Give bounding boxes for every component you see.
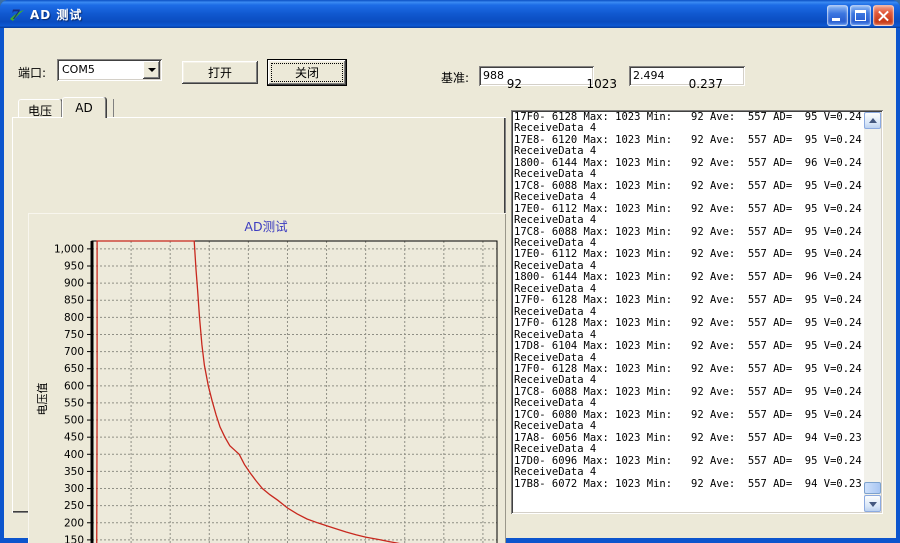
receive-log-lines: 17F0- 6128 Max: 1023 Min: 92 Ave: 557 AD… bbox=[514, 112, 862, 510]
scroll-down-icon bbox=[869, 502, 877, 507]
minimize-button[interactable] bbox=[827, 5, 848, 26]
svg-text:150: 150 bbox=[64, 534, 84, 543]
port-value: COM5 bbox=[62, 63, 95, 76]
chevron-down-icon bbox=[148, 68, 156, 72]
svg-text:250: 250 bbox=[64, 500, 84, 512]
stat-min-value: 92 bbox=[462, 77, 522, 91]
log-scrollbar[interactable] bbox=[864, 112, 881, 512]
combobox-dropdown-button[interactable] bbox=[143, 61, 160, 79]
svg-text:400: 400 bbox=[64, 449, 84, 461]
svg-text:500: 500 bbox=[64, 415, 84, 427]
svg-text:600: 600 bbox=[64, 380, 84, 392]
title-bar[interactable]: 7 AD 测试 bbox=[0, 0, 900, 28]
window-title: AD 测试 bbox=[30, 6, 82, 23]
svg-text:650: 650 bbox=[64, 363, 84, 375]
minimize-icon bbox=[832, 18, 840, 21]
open-button[interactable]: 打开 bbox=[182, 61, 258, 84]
tab-ad[interactable]: AD bbox=[62, 97, 106, 118]
svg-text:350: 350 bbox=[64, 466, 84, 478]
tab-voltage[interactable]: 电压 bbox=[18, 99, 62, 117]
svg-text:1,000: 1,000 bbox=[54, 243, 84, 255]
scroll-up-icon bbox=[869, 118, 877, 123]
svg-text:700: 700 bbox=[64, 346, 84, 358]
receive-log-listbox[interactable]: 17F0- 6128 Max: 1023 Min: 92 Ave: 557 AD… bbox=[511, 110, 883, 514]
stat-voltage-value: 0.237 bbox=[657, 77, 723, 91]
svg-text:7: 7 bbox=[11, 8, 20, 23]
port-label: 端口: bbox=[18, 64, 46, 81]
svg-text:850: 850 bbox=[64, 295, 84, 307]
svg-text:AD测试: AD测试 bbox=[244, 219, 288, 234]
svg-text:800: 800 bbox=[64, 312, 84, 324]
svg-text:300: 300 bbox=[64, 483, 84, 495]
maximize-button[interactable] bbox=[850, 5, 871, 26]
svg-text:750: 750 bbox=[64, 329, 84, 341]
tab-strip-edge bbox=[113, 99, 114, 117]
svg-text:电压值: 电压值 bbox=[36, 383, 49, 416]
chart-panel: 1001502002503003504004505005506006507007… bbox=[28, 213, 506, 543]
svg-text:450: 450 bbox=[64, 432, 84, 444]
svg-text:200: 200 bbox=[64, 517, 84, 529]
app-icon: 7 bbox=[8, 6, 25, 23]
maximize-icon bbox=[855, 10, 866, 21]
tab-page-ad: 1001502002503003504004505005506006507007… bbox=[12, 117, 506, 513]
client-area: 端口: COM5 打开 关闭 基准: 988 2.494 92 1023 0.2… bbox=[4, 28, 896, 538]
svg-text:950: 950 bbox=[64, 260, 84, 272]
close-button[interactable] bbox=[873, 5, 894, 26]
scrollbar-thumb[interactable] bbox=[864, 482, 881, 494]
scroll-up-button[interactable] bbox=[864, 112, 881, 129]
svg-text:900: 900 bbox=[64, 278, 84, 290]
svg-text:550: 550 bbox=[64, 397, 84, 409]
stat-max-value: 1023 bbox=[557, 77, 617, 91]
focus-rectangle bbox=[272, 64, 342, 81]
close-port-button[interactable]: 关闭 bbox=[268, 60, 346, 85]
port-combobox[interactable]: COM5 bbox=[57, 59, 162, 81]
scroll-down-button[interactable] bbox=[864, 495, 881, 512]
ad-chart: 1001502002503003504004505005506006507007… bbox=[28, 213, 504, 543]
app-window: 7 AD 测试 端口: COM5 打开 关闭 基准: 988 2.494 92 … bbox=[0, 0, 900, 543]
